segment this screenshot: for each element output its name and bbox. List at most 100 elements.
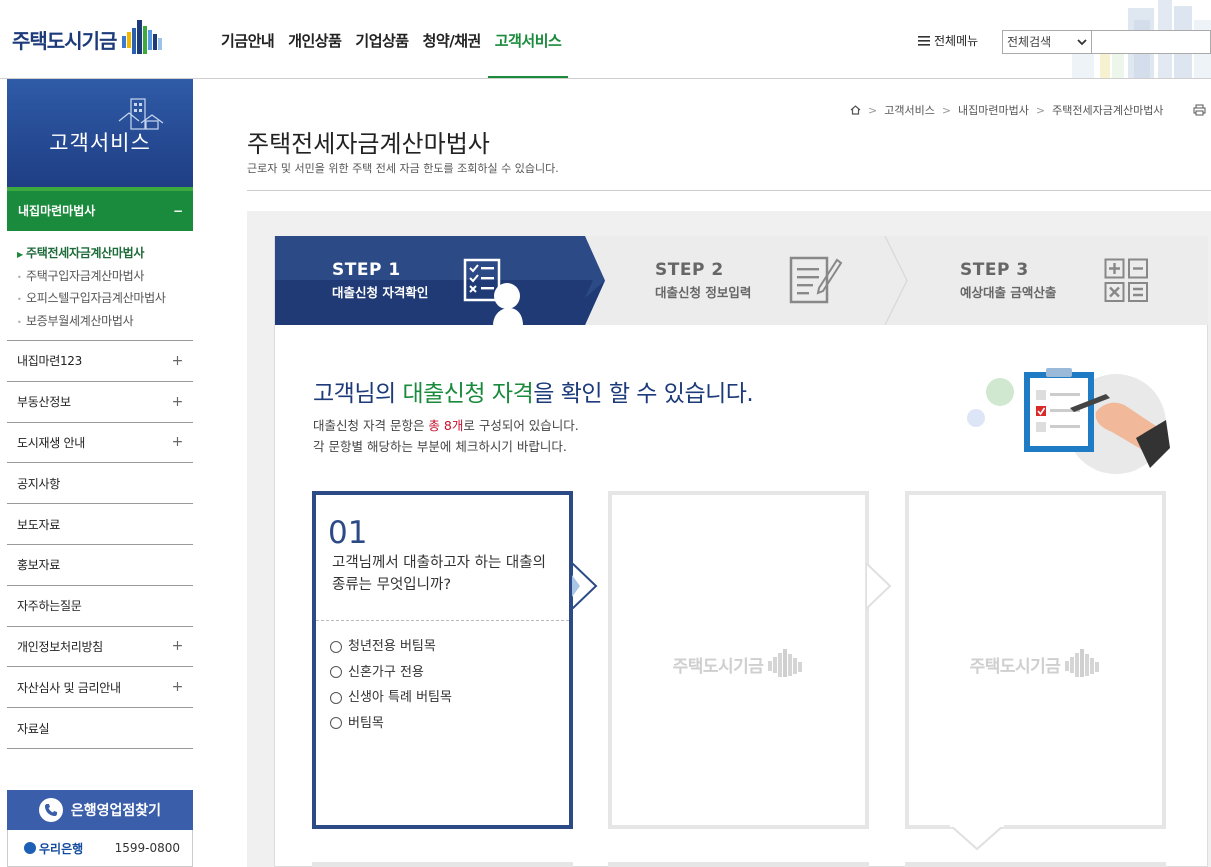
option-newlywed[interactable]: 신혼가구 전용 bbox=[330, 660, 452, 686]
sidebar-item-asset-review-rates[interactable]: 자산심사 및 금리안내 + bbox=[7, 667, 193, 709]
logo-mark-icon bbox=[122, 20, 163, 54]
sidebar-item-label: 내집마련123 bbox=[17, 354, 82, 369]
breadcrumb-item[interactable]: 내집마련마법사 bbox=[958, 102, 1029, 118]
sidebar-item-faq[interactable]: 자주하는질문 bbox=[7, 586, 193, 627]
nav-item-fund-info[interactable]: 기금안내 bbox=[214, 0, 281, 78]
expand-icon: + bbox=[171, 393, 184, 410]
main-nav: 기금안내 개인상품 기업상품 청약/채권 고객서비스 bbox=[214, 0, 569, 78]
placeholder-logo: 주택도시기금 bbox=[909, 649, 1162, 679]
question-number: 01 bbox=[328, 515, 368, 551]
placeholder-logo-text: 주택도시기금 bbox=[672, 656, 764, 677]
step-3-label: STEP 3 bbox=[960, 260, 1029, 280]
sidebar-item-real-estate-info[interactable]: 부동산정보 + bbox=[7, 382, 193, 423]
radio-icon[interactable] bbox=[330, 640, 342, 653]
page-title: 주택전세자금계산마법사 bbox=[247, 130, 490, 158]
sidebar-item-privacy-policy[interactable]: 개인정보처리방침 + bbox=[7, 627, 193, 668]
phone-icon bbox=[38, 798, 63, 822]
intro-headline: 고객님의 대출신청 자격을 확인 할 수 있습니다. bbox=[313, 374, 754, 408]
intro-headline-post: 을 확인 할 수 있습니다. bbox=[533, 381, 754, 407]
intro-description-1: 대출신청 자격 문항은 총 8개로 구성되어 있습니다. bbox=[313, 415, 579, 434]
sidebar-item-label: 보도자료 bbox=[17, 517, 60, 532]
option-buttimok[interactable]: 버팀목 bbox=[330, 711, 452, 737]
breadcrumb-item[interactable]: 주택전세자금계산마법사 bbox=[1052, 102, 1163, 118]
step-indicator-background bbox=[275, 236, 908, 325]
sidebar-section-home-magic[interactable]: 내집마련마법사 − bbox=[7, 191, 193, 231]
search-scope-value: 전체검색 bbox=[1007, 35, 1052, 49]
arrow-right-icon bbox=[572, 563, 598, 609]
radio-icon[interactable] bbox=[330, 666, 342, 679]
sidebar-sub-item-officetel-calc[interactable]: • 오피스텔구입자금계산마법사 bbox=[7, 288, 193, 311]
all-menu-button[interactable]: 전체메뉴 bbox=[918, 32, 978, 49]
sidebar-item-home-123[interactable]: 내집마련123 + bbox=[7, 341, 193, 382]
sidebar-item-label: 공지사항 bbox=[17, 476, 60, 491]
sidebar-submenu: ▶ 주택전세자금계산마법사 • 주택구입자금계산마법사 • 오피스텔구입자금계산마법사… bbox=[7, 231, 193, 341]
sidebar-item-archive[interactable]: 자료실 bbox=[7, 708, 193, 749]
step-2-label: STEP 2 bbox=[655, 260, 724, 280]
bullet-icon: • bbox=[17, 317, 22, 327]
form-edit-icon bbox=[789, 256, 843, 304]
sidebar-item-notices[interactable]: 공지사항 bbox=[7, 463, 193, 505]
sidebar-sub-item-label: 주택전세자금계산마법사 bbox=[26, 246, 145, 260]
arrow-down-icon bbox=[950, 825, 1004, 851]
breadcrumb: > 고객서비스 > 내집마련마법사 > 주택전세자금계산마법사 bbox=[850, 102, 1163, 118]
sidebar-sub-item-label: 주택구입자금계산마법사 bbox=[26, 268, 145, 283]
bank-branch-finder-button[interactable]: 은행영업점찾기 bbox=[7, 790, 193, 830]
home-icon[interactable] bbox=[850, 105, 861, 115]
sidebar-sub-item-purchase-calc[interactable]: • 주택구입자금계산마법사 bbox=[7, 266, 193, 289]
sidebar-item-label: 부동산정보 bbox=[17, 395, 71, 410]
site-logo[interactable]: 주택도시기금 bbox=[12, 20, 164, 58]
radio-icon[interactable] bbox=[330, 717, 342, 730]
step-1-sublabel: 대출신청 자격확인 bbox=[332, 285, 429, 300]
bank-phone: 1599-0800 bbox=[114, 841, 180, 855]
option-youth-buttimok[interactable]: 청년전용 버팀목 bbox=[330, 634, 452, 660]
arrow-right-icon bbox=[866, 563, 892, 609]
bullet-icon: • bbox=[17, 295, 22, 304]
hamburger-icon bbox=[918, 35, 930, 46]
intro-headline-highlight: 대출신청 자격 bbox=[402, 381, 534, 407]
question-card-01: 01 고객님께서 대출하고자 하는 대출의 종류는 무엇입니까? 청년전용 버팀… bbox=[312, 491, 573, 829]
collapse-icon: − bbox=[172, 204, 183, 218]
sidebar-menu: 내집마련123 + 부동산정보 + 도시재생 안내 + 공지사항 보도자료 홍보자료 … bbox=[7, 341, 193, 749]
title-divider bbox=[247, 190, 1211, 191]
placeholder-logo-text: 주택도시기금 bbox=[969, 656, 1061, 677]
sidebar-sub-item-monthly-rent-calc[interactable]: • 보증부월세계산마법사 bbox=[7, 311, 193, 334]
sidebar-title: 고객서비스 bbox=[49, 131, 151, 155]
page-description: 근로자 및 서민을 위한 주택 전세 자금 한도를 조회하실 수 있습니다. bbox=[247, 162, 559, 175]
step-2-sublabel: 대출신청 정보입력 bbox=[655, 285, 752, 300]
option-label: 신생아 특례 버팀목 bbox=[348, 690, 452, 705]
bank-contact-row[interactable]: 우리은행 1599-0800 bbox=[7, 830, 193, 867]
bank-logo-icon bbox=[24, 842, 36, 854]
radio-icon[interactable] bbox=[330, 691, 342, 704]
bank-branch-finder-label: 은행영업점찾기 bbox=[70, 803, 162, 819]
question-options: 청년전용 버팀목 신혼가구 전용 신생아 특례 버팀목 버팀목 bbox=[330, 634, 452, 736]
logo-mark-icon bbox=[1065, 649, 1100, 677]
next-row-card-edge bbox=[608, 862, 869, 867]
search-input[interactable] bbox=[1092, 30, 1211, 54]
sidebar-sub-item-jeonse-calc[interactable]: ▶ 주택전세자금계산마법사 bbox=[7, 243, 193, 266]
breadcrumb-separator-icon: > bbox=[868, 103, 878, 117]
question-card-placeholder-3: 주택도시기금 bbox=[905, 491, 1166, 829]
print-icon[interactable] bbox=[1193, 104, 1206, 116]
nav-item-personal-products[interactable]: 개인상품 bbox=[281, 0, 348, 78]
step-3-sublabel: 예상대출 금액산출 bbox=[960, 285, 1057, 300]
sidebar-item-label: 자료실 bbox=[17, 721, 50, 736]
intro-desc-count: 총 8개 bbox=[428, 418, 464, 433]
intro-description-2: 각 문항별 해당하는 부분에 체크하시기 바랍니다. bbox=[313, 439, 567, 454]
sidebar-sub-item-label: 오피스텔구입자금계산마법사 bbox=[26, 291, 166, 305]
sidebar-item-urban-regeneration[interactable]: 도시재생 안내 + bbox=[7, 423, 193, 464]
logo-text: 주택도시기금 bbox=[12, 28, 117, 53]
intro-desc-post: 로 구성되어 있습니다. bbox=[463, 418, 579, 433]
option-label: 신혼가구 전용 bbox=[348, 664, 424, 680]
nav-item-corporate-products[interactable]: 기업상품 bbox=[348, 0, 415, 78]
intro-headline-pre: 고객님의 bbox=[313, 381, 403, 407]
sidebar-item-pr-materials[interactable]: 홍보자료 bbox=[7, 545, 193, 586]
clipboard-illustration bbox=[967, 368, 1170, 474]
intro-desc-pre: 대출신청 자격 문항은 bbox=[313, 418, 429, 433]
breadcrumb-item[interactable]: 고객서비스 bbox=[884, 102, 935, 118]
search-scope-select[interactable]: 전체검색 bbox=[1002, 30, 1092, 54]
nav-item-subscription-bonds[interactable]: 청약/채권 bbox=[416, 0, 488, 78]
option-newborn-special[interactable]: 신생아 특례 버팀목 bbox=[330, 685, 452, 711]
nav-item-customer-service[interactable]: 고객서비스 bbox=[487, 0, 569, 78]
sidebar-item-press-releases[interactable]: 보도자료 bbox=[7, 504, 193, 545]
checklist-person-icon bbox=[463, 258, 523, 326]
